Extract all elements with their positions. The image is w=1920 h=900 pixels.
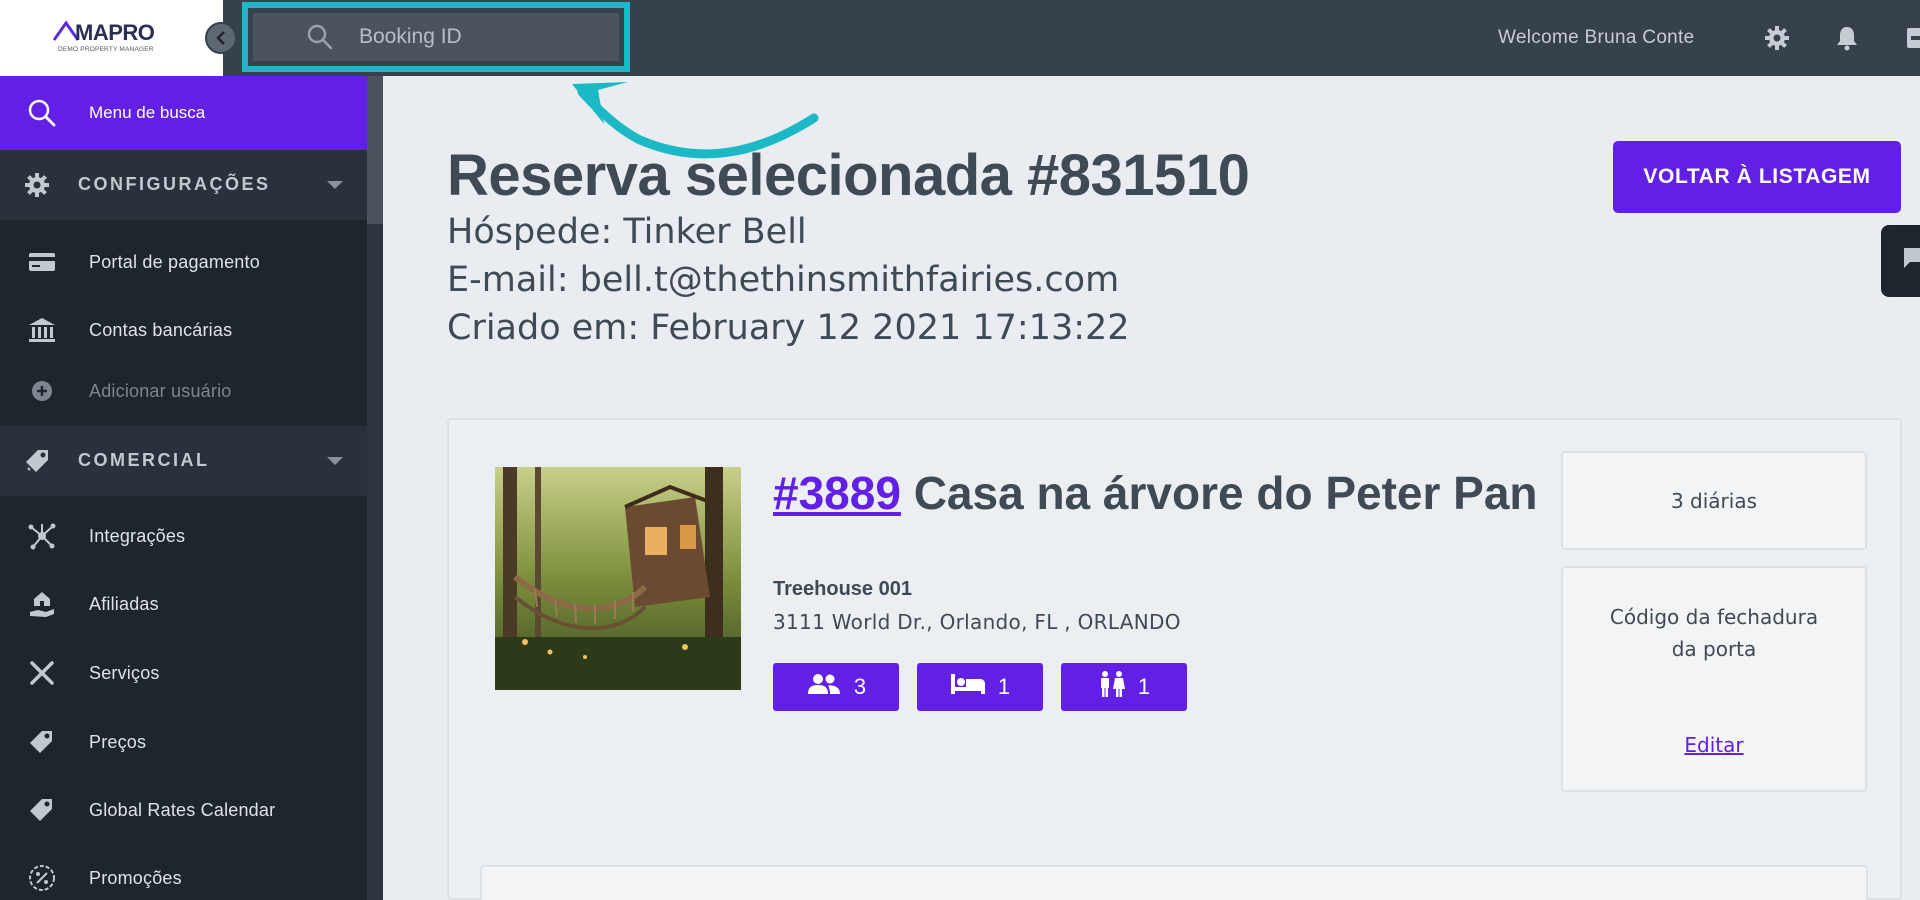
property-unit: Treehouse 001 bbox=[773, 578, 912, 600]
bathrooms-count: 1 bbox=[1137, 674, 1151, 699]
sidebar-item-contas-bancarias[interactable]: Contas bancárias bbox=[0, 300, 367, 360]
logo-area[interactable]: MAPRO DEMO PROPERTY MANAGER bbox=[0, 0, 223, 76]
sidebar-item-label: Preços bbox=[89, 732, 147, 752]
chat-icon bbox=[1903, 247, 1920, 273]
sidebar-item-adicionar-usuario[interactable]: Adicionar usuário bbox=[0, 361, 367, 421]
page-title: Reserva selecionada #831510 bbox=[447, 143, 1250, 208]
guests-count: 3 bbox=[853, 674, 867, 699]
sidebar-section-comercial[interactable]: COMERCIAL bbox=[0, 426, 367, 496]
booking-id-input[interactable] bbox=[359, 25, 579, 49]
nights-count: 3 diárias bbox=[1670, 488, 1758, 513]
logo-subtitle: DEMO PROPERTY MANAGER bbox=[58, 46, 154, 53]
sidebar-collapse-button[interactable] bbox=[205, 22, 237, 54]
sidebar-item-portal-pagamento[interactable]: Portal de pagamento bbox=[0, 232, 367, 292]
users-icon bbox=[806, 672, 842, 702]
back-to-list-button[interactable]: VOLTAR À LISTAGEM bbox=[1613, 141, 1901, 213]
sidebar-item-servicos[interactable]: Serviços bbox=[0, 643, 367, 703]
edit-lock-code-link[interactable]: Editar bbox=[1563, 729, 1865, 761]
chevron-down-icon bbox=[327, 181, 343, 189]
top-bar: MAPRO DEMO PROPERTY MANAGER Welcome Brun… bbox=[0, 0, 1920, 76]
network-icon bbox=[27, 522, 57, 550]
section-label: CONFIGURAÇÕES bbox=[78, 174, 271, 194]
tools-icon bbox=[27, 659, 57, 687]
nights-box: 3 diárias bbox=[1561, 451, 1867, 550]
hand-house-icon bbox=[27, 590, 57, 618]
sidebar-item-label: Afiliadas bbox=[89, 594, 159, 614]
logout-icon[interactable] bbox=[1902, 25, 1920, 51]
sidebar-item-global-rates-calendar[interactable]: Global Rates Calendar bbox=[0, 780, 367, 840]
sidebar-item-label: Contas bancárias bbox=[89, 320, 233, 340]
sidebar-item-label: Integrações bbox=[89, 526, 186, 546]
percent-icon bbox=[27, 864, 57, 892]
gear-icon[interactable] bbox=[1764, 25, 1790, 51]
bank-icon bbox=[27, 316, 57, 344]
logo-text: MAPRO bbox=[75, 20, 155, 45]
sidebar-item-afiliadas[interactable]: Afiliadas bbox=[0, 574, 367, 634]
sidebar-item-label: Serviços bbox=[89, 663, 160, 683]
property-title: #3889 Casa na árvore do Peter Pan bbox=[773, 466, 1553, 520]
sidebar-item-label: Promoções bbox=[89, 868, 182, 888]
chat-tab[interactable] bbox=[1881, 225, 1920, 297]
welcome-text: Welcome Bruna Conte bbox=[1498, 27, 1695, 48]
restroom-icon bbox=[1098, 670, 1126, 704]
bell-icon[interactable] bbox=[1834, 25, 1860, 51]
guest-name: Hóspede: Tinker Bell bbox=[447, 212, 807, 252]
search-icon bbox=[305, 22, 335, 52]
gear-icon bbox=[24, 172, 50, 202]
chevron-left-icon bbox=[216, 31, 225, 45]
sidebar: Menu de busca CONFIGURAÇÕES Portal de pa… bbox=[0, 76, 367, 900]
property-id-link[interactable]: #3889 bbox=[773, 467, 901, 519]
beds-count: 1 bbox=[997, 674, 1011, 699]
lock-code-label: Código da fechadura da porta bbox=[1609, 605, 1819, 661]
bed-icon bbox=[950, 672, 986, 702]
door-lock-box: Código da fechadura da porta Editar bbox=[1561, 566, 1867, 792]
scrollbar-thumb[interactable] bbox=[367, 76, 383, 224]
sidebar-item-label: Global Rates Calendar bbox=[89, 800, 276, 820]
tags-icon bbox=[27, 796, 57, 824]
guest-email: E-mail: bell.t@thethinsmithfairies.com bbox=[447, 260, 1120, 300]
guests-chip: 3 bbox=[773, 663, 899, 711]
beds-chip: 1 bbox=[917, 663, 1043, 711]
created-at: Criado em: February 12 2021 17:13:22 bbox=[447, 308, 1130, 348]
sidebar-item-label: Adicionar usuário bbox=[89, 381, 232, 401]
logo: MAPRO DEMO PROPERTY MANAGER bbox=[53, 20, 175, 56]
property-name: Casa na árvore do Peter Pan bbox=[913, 467, 1538, 519]
sidebar-item-promocoes[interactable]: Promoções bbox=[0, 848, 367, 900]
tags-icon bbox=[24, 448, 52, 478]
menu-search-label: Menu de busca bbox=[89, 103, 206, 122]
property-address: 3111 World Dr., Orlando, FL , ORLANDO bbox=[773, 610, 1181, 634]
credit-card-icon bbox=[27, 248, 57, 276]
search-icon bbox=[27, 98, 57, 132]
booking-search-box[interactable] bbox=[253, 13, 619, 61]
bathrooms-chip: 1 bbox=[1061, 663, 1187, 711]
sidebar-item-integracoes[interactable]: Integrações bbox=[0, 506, 367, 566]
sidebar-section-configuracoes[interactable]: CONFIGURAÇÕES bbox=[0, 150, 367, 220]
sidebar-scrollbar[interactable] bbox=[367, 76, 383, 900]
sidebar-item-precos[interactable]: Preços bbox=[0, 712, 367, 772]
sidebar-item-label: Portal de pagamento bbox=[89, 252, 260, 272]
lower-card bbox=[480, 865, 1868, 900]
tags-icon bbox=[27, 728, 57, 756]
section-label: COMERCIAL bbox=[78, 450, 210, 470]
plus-circle-icon bbox=[27, 377, 57, 405]
property-photo bbox=[495, 467, 741, 690]
menu-search-button[interactable]: Menu de busca bbox=[0, 76, 367, 150]
chevron-down-icon bbox=[327, 457, 343, 465]
